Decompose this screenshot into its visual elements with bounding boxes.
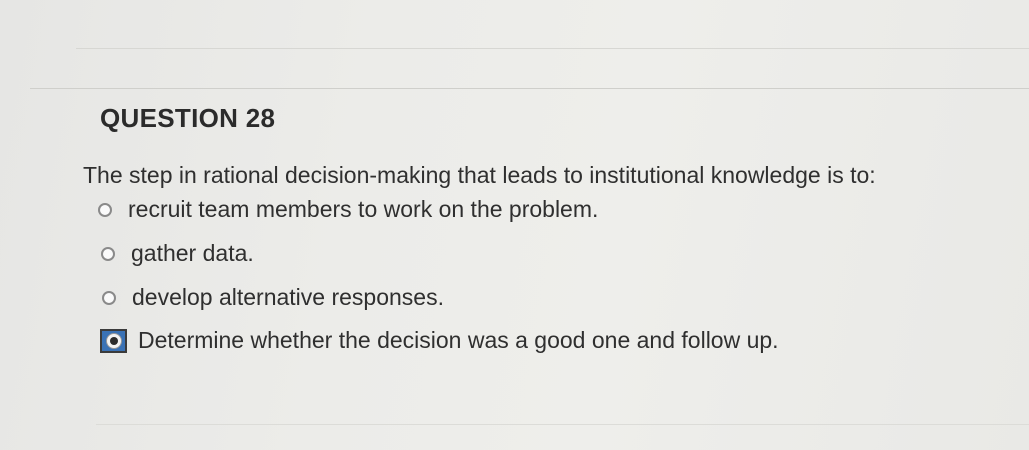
answer-option-3[interactable]: develop alternative responses. — [102, 284, 444, 311]
answer-option-label[interactable]: develop alternative responses. — [132, 284, 444, 311]
radio-button-icon[interactable] — [102, 290, 116, 305]
divider-line — [30, 88, 1029, 89]
answer-option-4[interactable]: Determine whether the decision was a goo… — [100, 327, 779, 354]
radio-circle — [105, 332, 122, 349]
radio-button-selected-icon[interactable] — [100, 328, 127, 353]
answer-option-1[interactable]: recruit team members to work on the prob… — [98, 196, 598, 223]
divider-line — [76, 48, 1029, 49]
question-page: QUESTION 28 The step in rational decisio… — [0, 0, 1029, 450]
answer-option-label[interactable]: recruit team members to work on the prob… — [128, 196, 598, 223]
radio-dot — [109, 336, 118, 345]
radio-button-icon[interactable] — [98, 202, 112, 217]
question-title: QUESTION 28 — [100, 103, 276, 133]
question-prompt: The step in rational decision-making tha… — [83, 162, 876, 188]
divider-line — [96, 424, 1029, 425]
radio-button-icon[interactable] — [101, 246, 115, 261]
answer-option-2[interactable]: gather data. — [101, 240, 254, 267]
answer-option-label[interactable]: gather data. — [131, 240, 254, 267]
answer-option-label[interactable]: Determine whether the decision was a goo… — [138, 327, 779, 354]
